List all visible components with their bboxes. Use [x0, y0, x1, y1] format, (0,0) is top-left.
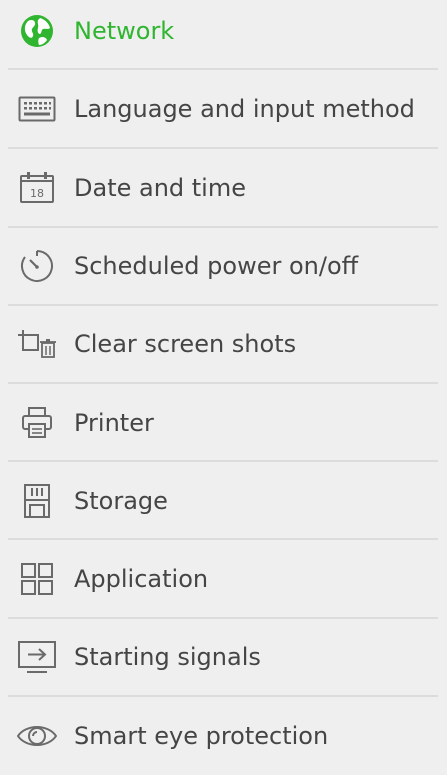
menu-item-application[interactable]: Application [0, 540, 447, 618]
crop-delete-icon [14, 324, 60, 364]
input-source-icon [14, 637, 60, 677]
eye-icon [14, 716, 60, 756]
menu-item-label: Application [74, 565, 209, 593]
timer-icon [14, 246, 60, 286]
menu-item-label: Clear screen shots [74, 330, 297, 358]
menu-item-label: Printer [74, 409, 154, 437]
calendar-icon: 18 [14, 168, 60, 208]
menu-item-label: Starting signals [74, 643, 261, 671]
calendar-day-text: 18 [30, 187, 44, 200]
menu-item-label: Smart eye protection [74, 722, 329, 750]
menu-item-language-input[interactable]: Language and input method [0, 70, 447, 148]
storage-card-icon [14, 481, 60, 521]
app-grid-icon [14, 559, 60, 599]
menu-item-network[interactable]: Network [0, 0, 447, 70]
menu-item-clear-screenshots[interactable]: Clear screen shots [0, 305, 447, 383]
menu-item-label: Date and time [74, 174, 246, 202]
menu-item-storage[interactable]: Storage [0, 462, 447, 540]
menu-item-smart-eye-protection[interactable]: Smart eye protection [0, 697, 447, 775]
menu-item-starting-signals[interactable]: Starting signals [0, 618, 447, 696]
menu-item-label: Language and input method [74, 95, 415, 123]
menu-item-date-time[interactable]: 18 Date and time [0, 149, 447, 227]
keyboard-icon [14, 89, 60, 129]
globe-icon [14, 11, 60, 51]
menu-item-label: Network [74, 17, 175, 45]
menu-item-label: Scheduled power on/off [74, 252, 359, 280]
settings-menu: Network Language and input method 18 Dat… [0, 0, 447, 754]
menu-item-label: Storage [74, 487, 168, 515]
printer-icon [14, 403, 60, 443]
menu-item-scheduled-power[interactable]: Scheduled power on/off [0, 227, 447, 305]
menu-item-printer[interactable]: Printer [0, 384, 447, 462]
